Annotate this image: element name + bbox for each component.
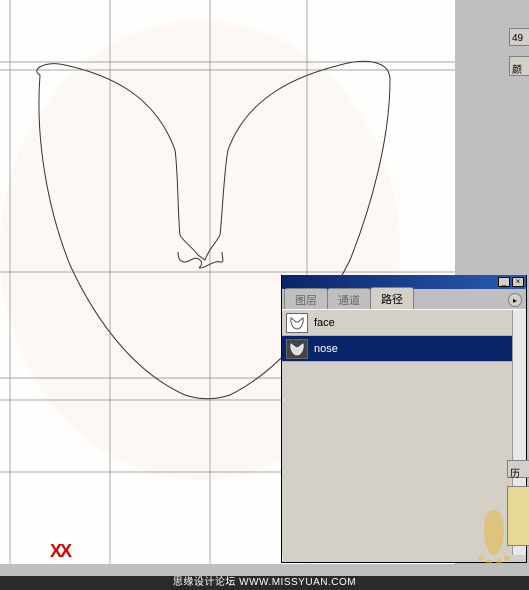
path-row[interactable]: nose bbox=[282, 336, 526, 362]
label: 颜 bbox=[512, 65, 522, 76]
xx-marker: XX bbox=[50, 541, 70, 562]
partial-panel-value: 49 bbox=[509, 28, 529, 46]
panel-menu-button[interactable]: ▸ bbox=[508, 293, 522, 307]
close-button[interactable]: × bbox=[512, 277, 524, 287]
tab-channels[interactable]: 通道 bbox=[327, 288, 371, 310]
partial-panel-history: 历 bbox=[507, 460, 529, 478]
tab-layers[interactable]: 图层 bbox=[284, 288, 328, 310]
path-name-label: nose bbox=[314, 343, 338, 355]
path-row[interactable]: face bbox=[282, 310, 526, 336]
tab-paths[interactable]: 路径 bbox=[370, 287, 414, 309]
partial-panel-color: 颜 bbox=[509, 56, 529, 76]
path-name-label: face bbox=[314, 317, 335, 329]
panel-tabs: 图层 通道 路径 ▸ bbox=[282, 289, 526, 309]
path-thumbnail bbox=[286, 339, 308, 359]
label: 历 bbox=[510, 469, 520, 480]
logo-watermark bbox=[469, 500, 519, 570]
path-thumbnail bbox=[286, 313, 308, 333]
value-label: 49 bbox=[512, 33, 523, 44]
minimize-button[interactable]: _ bbox=[498, 277, 510, 287]
watermark-bar: 思缘设计论坛 WWW.MISSYUAN.COM bbox=[0, 576, 529, 590]
